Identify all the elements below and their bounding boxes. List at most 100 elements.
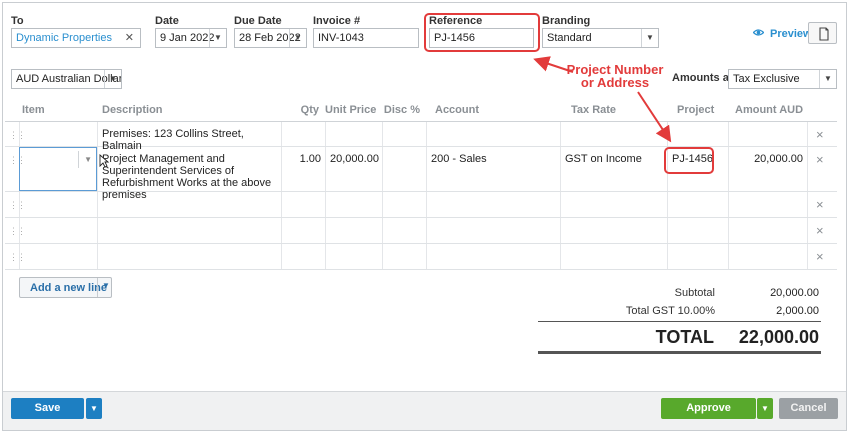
unit-price-cell[interactable] — [325, 244, 382, 269]
table-row: ⋮⋮ × — [5, 192, 837, 218]
divider — [97, 278, 98, 297]
subtotal-value: 20,000.00 — [770, 287, 819, 299]
close-icon[interactable]: × — [816, 249, 824, 264]
column-header-tax-rate: Tax Rate — [571, 104, 617, 116]
chevron-down-icon[interactable]: ▼ — [289, 29, 306, 47]
total-label: TOTAL — [655, 327, 714, 347]
disc-cell[interactable] — [382, 147, 426, 191]
project-cell[interactable] — [667, 122, 728, 146]
item-cell[interactable]: ▼ — [19, 147, 97, 191]
disc-cell[interactable] — [382, 122, 426, 146]
approve-button[interactable]: Approve — [661, 398, 756, 419]
amount-cell[interactable] — [728, 244, 807, 269]
amount-cell[interactable] — [728, 192, 807, 217]
column-header-disc: Disc % — [383, 104, 420, 116]
item-cell[interactable] — [19, 244, 97, 269]
qty-cell[interactable]: 1.00 — [281, 147, 325, 191]
close-icon[interactable]: × — [816, 197, 824, 212]
account-cell[interactable]: 200 - Sales — [426, 147, 560, 191]
close-icon[interactable]: × — [816, 127, 824, 142]
cancel-button[interactable]: Cancel — [779, 398, 838, 419]
column-header-description: Description — [102, 104, 163, 116]
project-cell[interactable] — [667, 192, 728, 217]
table-header: Item Description Qty Unit Price Disc % A… — [5, 98, 837, 122]
description-cell[interactable] — [97, 244, 281, 269]
column-header-qty: Qty — [300, 104, 319, 116]
preview-link[interactable]: Preview — [753, 27, 812, 40]
project-cell[interactable] — [667, 244, 728, 269]
qty-cell[interactable] — [281, 192, 325, 217]
unit-price-cell[interactable]: 20,000.00 — [325, 147, 382, 191]
chevron-down-icon[interactable]: ▼ — [819, 70, 836, 88]
chevron-down-icon[interactable]: ▼ — [102, 281, 110, 290]
due-date-field[interactable]: 28 Feb 2022 ▼ — [234, 28, 307, 48]
project-highlight-box — [664, 147, 714, 174]
table-row: ⋮⋮ × — [5, 244, 837, 270]
date-field[interactable]: 9 Jan 2022 ▼ — [155, 28, 227, 48]
tax-rate-cell[interactable] — [560, 218, 667, 243]
disc-cell[interactable] — [382, 244, 426, 269]
branding-select[interactable]: Standard ▼ — [542, 28, 659, 48]
to-field[interactable]: Dynamic Properties ✕ — [11, 28, 141, 48]
document-icon — [819, 27, 829, 41]
item-cell[interactable] — [19, 122, 97, 146]
gst-label: Total GST 10.00% — [625, 305, 715, 317]
chevron-down-icon[interactable]: ▼ — [86, 398, 102, 419]
description-cell[interactable]: Project Management and Superintendent Se… — [97, 147, 281, 201]
save-button[interactable]: Save — [11, 398, 84, 419]
unit-price-cell[interactable] — [325, 192, 382, 217]
branding-label: Branding — [542, 15, 591, 27]
table-row: ⋮⋮ Premises: 123 Collins Street, Balmain… — [5, 122, 837, 152]
chevron-down-icon[interactable]: ▼ — [209, 29, 226, 47]
description-cell[interactable] — [97, 218, 281, 243]
copy-button[interactable] — [808, 22, 837, 44]
divider — [78, 151, 79, 168]
column-header-item: Item — [22, 104, 45, 116]
close-icon[interactable]: ✕ — [125, 29, 134, 47]
amounts-are-select[interactable]: Tax Exclusive ▼ — [728, 69, 837, 89]
currency-select[interactable]: AUD Australian Dollar ▼ — [11, 69, 122, 89]
column-header-unit-price: Unit Price — [325, 104, 377, 116]
qty-cell[interactable] — [281, 122, 325, 146]
amount-cell[interactable] — [728, 218, 807, 243]
unit-price-cell[interactable] — [325, 218, 382, 243]
date-value: 9 Jan 2022 — [160, 32, 215, 44]
reference-highlight-box — [424, 13, 540, 52]
chevron-down-icon[interactable]: ▼ — [104, 70, 121, 88]
invoice-number-value: INV-1043 — [318, 32, 364, 44]
item-cell[interactable] — [19, 192, 97, 217]
chevron-down-icon[interactable]: ▼ — [641, 29, 658, 47]
amount-cell[interactable]: 20,000.00 — [728, 147, 807, 191]
close-icon[interactable]: × — [816, 152, 824, 167]
tax-rate-cell[interactable] — [560, 192, 667, 217]
close-icon[interactable]: × — [816, 223, 824, 238]
description-cell[interactable]: Premises: 123 Collins Street, Balmain — [97, 122, 281, 152]
chevron-down-icon[interactable]: ▼ — [757, 398, 773, 419]
tax-rate-cell[interactable]: GST on Income — [560, 147, 667, 191]
qty-cell[interactable] — [281, 244, 325, 269]
tax-rate-cell[interactable] — [560, 244, 667, 269]
mouse-cursor-icon — [99, 154, 109, 168]
to-label: To — [11, 15, 24, 27]
tax-rate-cell[interactable] — [560, 122, 667, 146]
add-new-line-button[interactable]: Add a new line ▼ — [19, 277, 112, 298]
chevron-down-icon[interactable]: ▼ — [84, 154, 92, 166]
eye-icon — [753, 29, 764, 36]
account-cell[interactable] — [426, 192, 560, 217]
account-cell[interactable] — [426, 122, 560, 146]
description-cell[interactable] — [97, 192, 281, 217]
qty-cell[interactable] — [281, 218, 325, 243]
annotation-callout: Project Number or Address — [560, 63, 670, 89]
account-cell[interactable] — [426, 244, 560, 269]
amount-cell[interactable] — [728, 122, 807, 146]
disc-cell[interactable] — [382, 218, 426, 243]
total-value: 22,000.00 — [738, 327, 819, 347]
unit-price-cell[interactable] — [325, 122, 382, 146]
account-cell[interactable] — [426, 218, 560, 243]
project-cell[interactable] — [667, 218, 728, 243]
divider — [538, 351, 821, 354]
item-cell[interactable] — [19, 218, 97, 243]
invoice-number-field[interactable]: INV-1043 — [313, 28, 419, 48]
invoice-number-label: Invoice # — [313, 15, 361, 27]
disc-cell[interactable] — [382, 192, 426, 217]
